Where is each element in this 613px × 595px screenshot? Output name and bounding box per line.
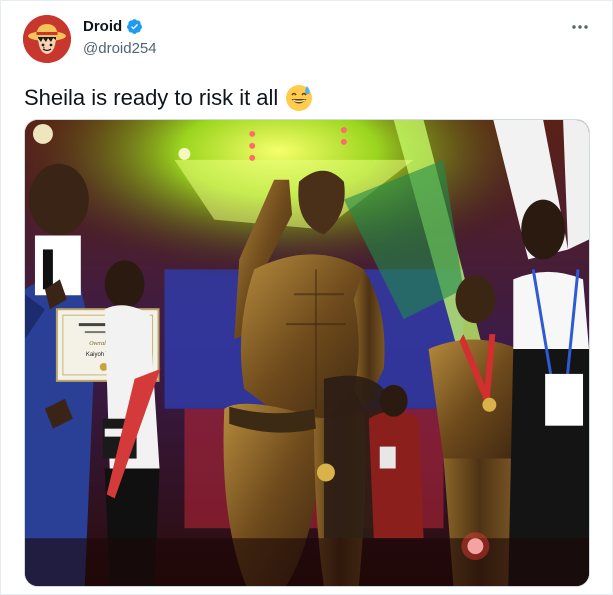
- author-name-row[interactable]: Droid: [83, 18, 143, 35]
- avatar[interactable]: [23, 15, 71, 63]
- author-handle[interactable]: @droid254: [83, 40, 157, 57]
- sweat-smile-emoji-icon: [284, 83, 314, 113]
- tweet-media-photo[interactable]: Overall Winner Kaiyoh Tom Link: [24, 119, 590, 587]
- tweet-text: Sheila is ready to risk it all: [24, 83, 314, 113]
- more-options-icon[interactable]: [570, 17, 590, 37]
- bodybuilding-stage-photo: Overall Winner Kaiyoh Tom Link: [25, 120, 589, 586]
- verified-badge-icon: [126, 18, 143, 35]
- tweet-card[interactable]: Droid @droid254 Sheila is ready to risk …: [0, 0, 613, 595]
- tweet-text-body: Sheila is ready to risk it all: [24, 85, 279, 110]
- straw-hat-avatar-icon: [23, 15, 71, 63]
- display-name[interactable]: Droid: [83, 18, 122, 35]
